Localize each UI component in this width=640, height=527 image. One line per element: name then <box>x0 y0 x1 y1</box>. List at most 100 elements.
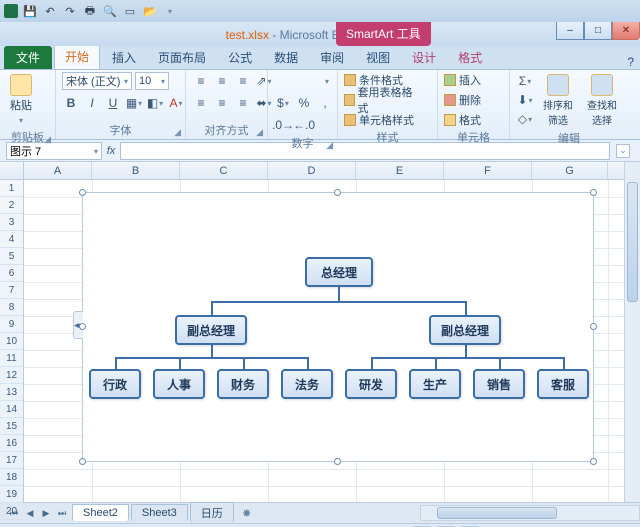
italic-button[interactable]: I <box>83 94 101 112</box>
org-node-l3[interactable]: 人事 <box>153 369 205 399</box>
delete-cells-button[interactable]: 删除 <box>444 92 514 108</box>
scroll-thumb[interactable] <box>437 507 557 519</box>
row-header[interactable]: 15 <box>0 418 23 435</box>
row-header[interactable]: 10 <box>0 333 23 350</box>
tab-nav-next[interactable]: ▶ <box>38 505 54 521</box>
number-launcher-icon[interactable]: ◢ <box>326 140 333 151</box>
tab-nav-prev[interactable]: ◀ <box>22 505 38 521</box>
font-name-select[interactable]: 宋体 (正文) <box>62 72 132 90</box>
row-header[interactable]: 11 <box>0 350 23 367</box>
qat-new-icon[interactable]: ▭ <box>122 3 138 19</box>
align-left-button[interactable]: ≡ <box>192 94 210 112</box>
row-header[interactable]: 7 <box>0 282 23 299</box>
tab-format[interactable]: 格式 <box>448 46 492 69</box>
org-node-l3[interactable]: 行政 <box>89 369 141 399</box>
col-header[interactable]: F <box>444 162 532 179</box>
row-header[interactable]: 12 <box>0 367 23 384</box>
dec-decimal-button[interactable]: ←.0 <box>295 116 313 134</box>
row-header[interactable]: 9 <box>0 316 23 333</box>
clear-button[interactable]: ◇ <box>516 110 534 128</box>
row-header[interactable]: 8 <box>0 299 23 316</box>
table-format-button[interactable]: 套用表格格式 <box>344 92 414 108</box>
select-all-button[interactable] <box>0 162 24 180</box>
sheet-tab[interactable]: Sheet3 <box>131 504 188 521</box>
align-center-button[interactable]: ≡ <box>213 94 231 112</box>
row-header[interactable]: 20 <box>0 503 23 520</box>
resize-handle[interactable] <box>590 189 597 196</box>
tab-nav-last[interactable]: ⏭ <box>54 505 70 521</box>
font-launcher-icon[interactable]: ◢ <box>174 127 181 138</box>
fx-icon[interactable]: fx <box>104 145 118 157</box>
row-header[interactable]: 6 <box>0 265 23 282</box>
sheet-tab[interactable]: Sheet2 <box>72 504 129 521</box>
org-node-l2[interactable]: 副总经理 <box>429 315 501 345</box>
tab-formulas[interactable]: 公式 <box>218 46 262 69</box>
align-top-button[interactable]: ≡ <box>192 72 210 90</box>
org-node-l3[interactable]: 销售 <box>473 369 525 399</box>
format-cells-button[interactable]: 格式 <box>444 112 514 128</box>
qat-customize-icon[interactable] <box>162 3 178 19</box>
find-select-button[interactable]: 查找和选择 <box>582 72 622 129</box>
align-bot-button[interactable]: ≡ <box>234 72 252 90</box>
underline-button[interactable]: U <box>104 94 122 112</box>
new-sheet-button[interactable]: ✸ <box>238 505 256 521</box>
file-tab[interactable]: 文件 <box>4 46 52 69</box>
clipboard-launcher-icon[interactable]: ◢ <box>44 134 51 145</box>
col-header[interactable]: B <box>92 162 180 179</box>
fill-color-button[interactable]: ◧ <box>146 94 164 112</box>
row-header[interactable]: 19 <box>0 486 23 503</box>
sheet-tab[interactable]: 日历 <box>190 502 234 523</box>
qat-preview-icon[interactable]: 🔍 <box>102 3 118 19</box>
row-header[interactable]: 16 <box>0 435 23 452</box>
org-node-l3[interactable]: 研发 <box>345 369 397 399</box>
smartart-object[interactable]: ◂▸ 总经理 <box>82 192 594 462</box>
vertical-scrollbar[interactable] <box>624 162 640 502</box>
currency-button[interactable]: $ <box>274 94 292 112</box>
row-header[interactable]: 4 <box>0 231 23 248</box>
qat-save-icon[interactable]: 💾 <box>22 3 38 19</box>
percent-button[interactable]: % <box>295 94 313 112</box>
row-header[interactable]: 14 <box>0 401 23 418</box>
row-header[interactable]: 5 <box>0 248 23 265</box>
resize-handle[interactable] <box>79 323 86 330</box>
align-mid-button[interactable]: ≡ <box>213 72 231 90</box>
horizontal-scrollbar[interactable] <box>420 505 640 521</box>
resize-handle[interactable] <box>334 189 341 196</box>
scroll-thumb[interactable] <box>627 182 638 302</box>
row-header[interactable]: 3 <box>0 214 23 231</box>
help-icon[interactable]: ? <box>627 55 634 69</box>
font-color-button[interactable]: A <box>167 94 185 112</box>
col-header[interactable]: C <box>180 162 268 179</box>
number-format-select[interactable] <box>274 72 330 90</box>
inc-decimal-button[interactable]: .0→ <box>274 116 292 134</box>
resize-handle[interactable] <box>590 323 597 330</box>
col-header[interactable]: G <box>532 162 608 179</box>
org-node-l2[interactable]: 副总经理 <box>175 315 247 345</box>
qat-undo-icon[interactable]: ↶ <box>42 3 58 19</box>
align-right-button[interactable]: ≡ <box>234 94 252 112</box>
row-header[interactable]: 13 <box>0 384 23 401</box>
paste-button[interactable]: 粘贴 <box>6 72 36 128</box>
cell-style-button[interactable]: 单元格样式 <box>344 112 414 128</box>
fill-button[interactable]: ⬇ <box>516 91 534 109</box>
resize-handle[interactable] <box>79 189 86 196</box>
row-header[interactable]: 18 <box>0 469 23 486</box>
bold-button[interactable]: B <box>62 94 80 112</box>
maximize-button[interactable]: □ <box>584 22 612 40</box>
tab-home[interactable]: 开始 <box>54 44 100 69</box>
tab-insert[interactable]: 插入 <box>102 46 146 69</box>
org-node-root[interactable]: 总经理 <box>305 257 373 287</box>
tab-data[interactable]: 数据 <box>264 46 308 69</box>
align-launcher-icon[interactable]: ◢ <box>256 127 263 138</box>
qat-redo-icon[interactable]: ↷ <box>62 3 78 19</box>
col-header[interactable]: A <box>24 162 92 179</box>
org-node-l3[interactable]: 生产 <box>409 369 461 399</box>
close-button[interactable]: ✕ <box>612 22 640 40</box>
tab-layout[interactable]: 页面布局 <box>148 46 216 69</box>
insert-cells-button[interactable]: 插入 <box>444 72 514 88</box>
tab-review[interactable]: 审阅 <box>310 46 354 69</box>
resize-handle[interactable] <box>590 458 597 465</box>
tab-design[interactable]: 设计 <box>402 46 446 69</box>
font-size-select[interactable]: 10 <box>135 72 169 90</box>
cell-grid[interactable]: ◂▸ 总经理 <box>24 180 624 502</box>
